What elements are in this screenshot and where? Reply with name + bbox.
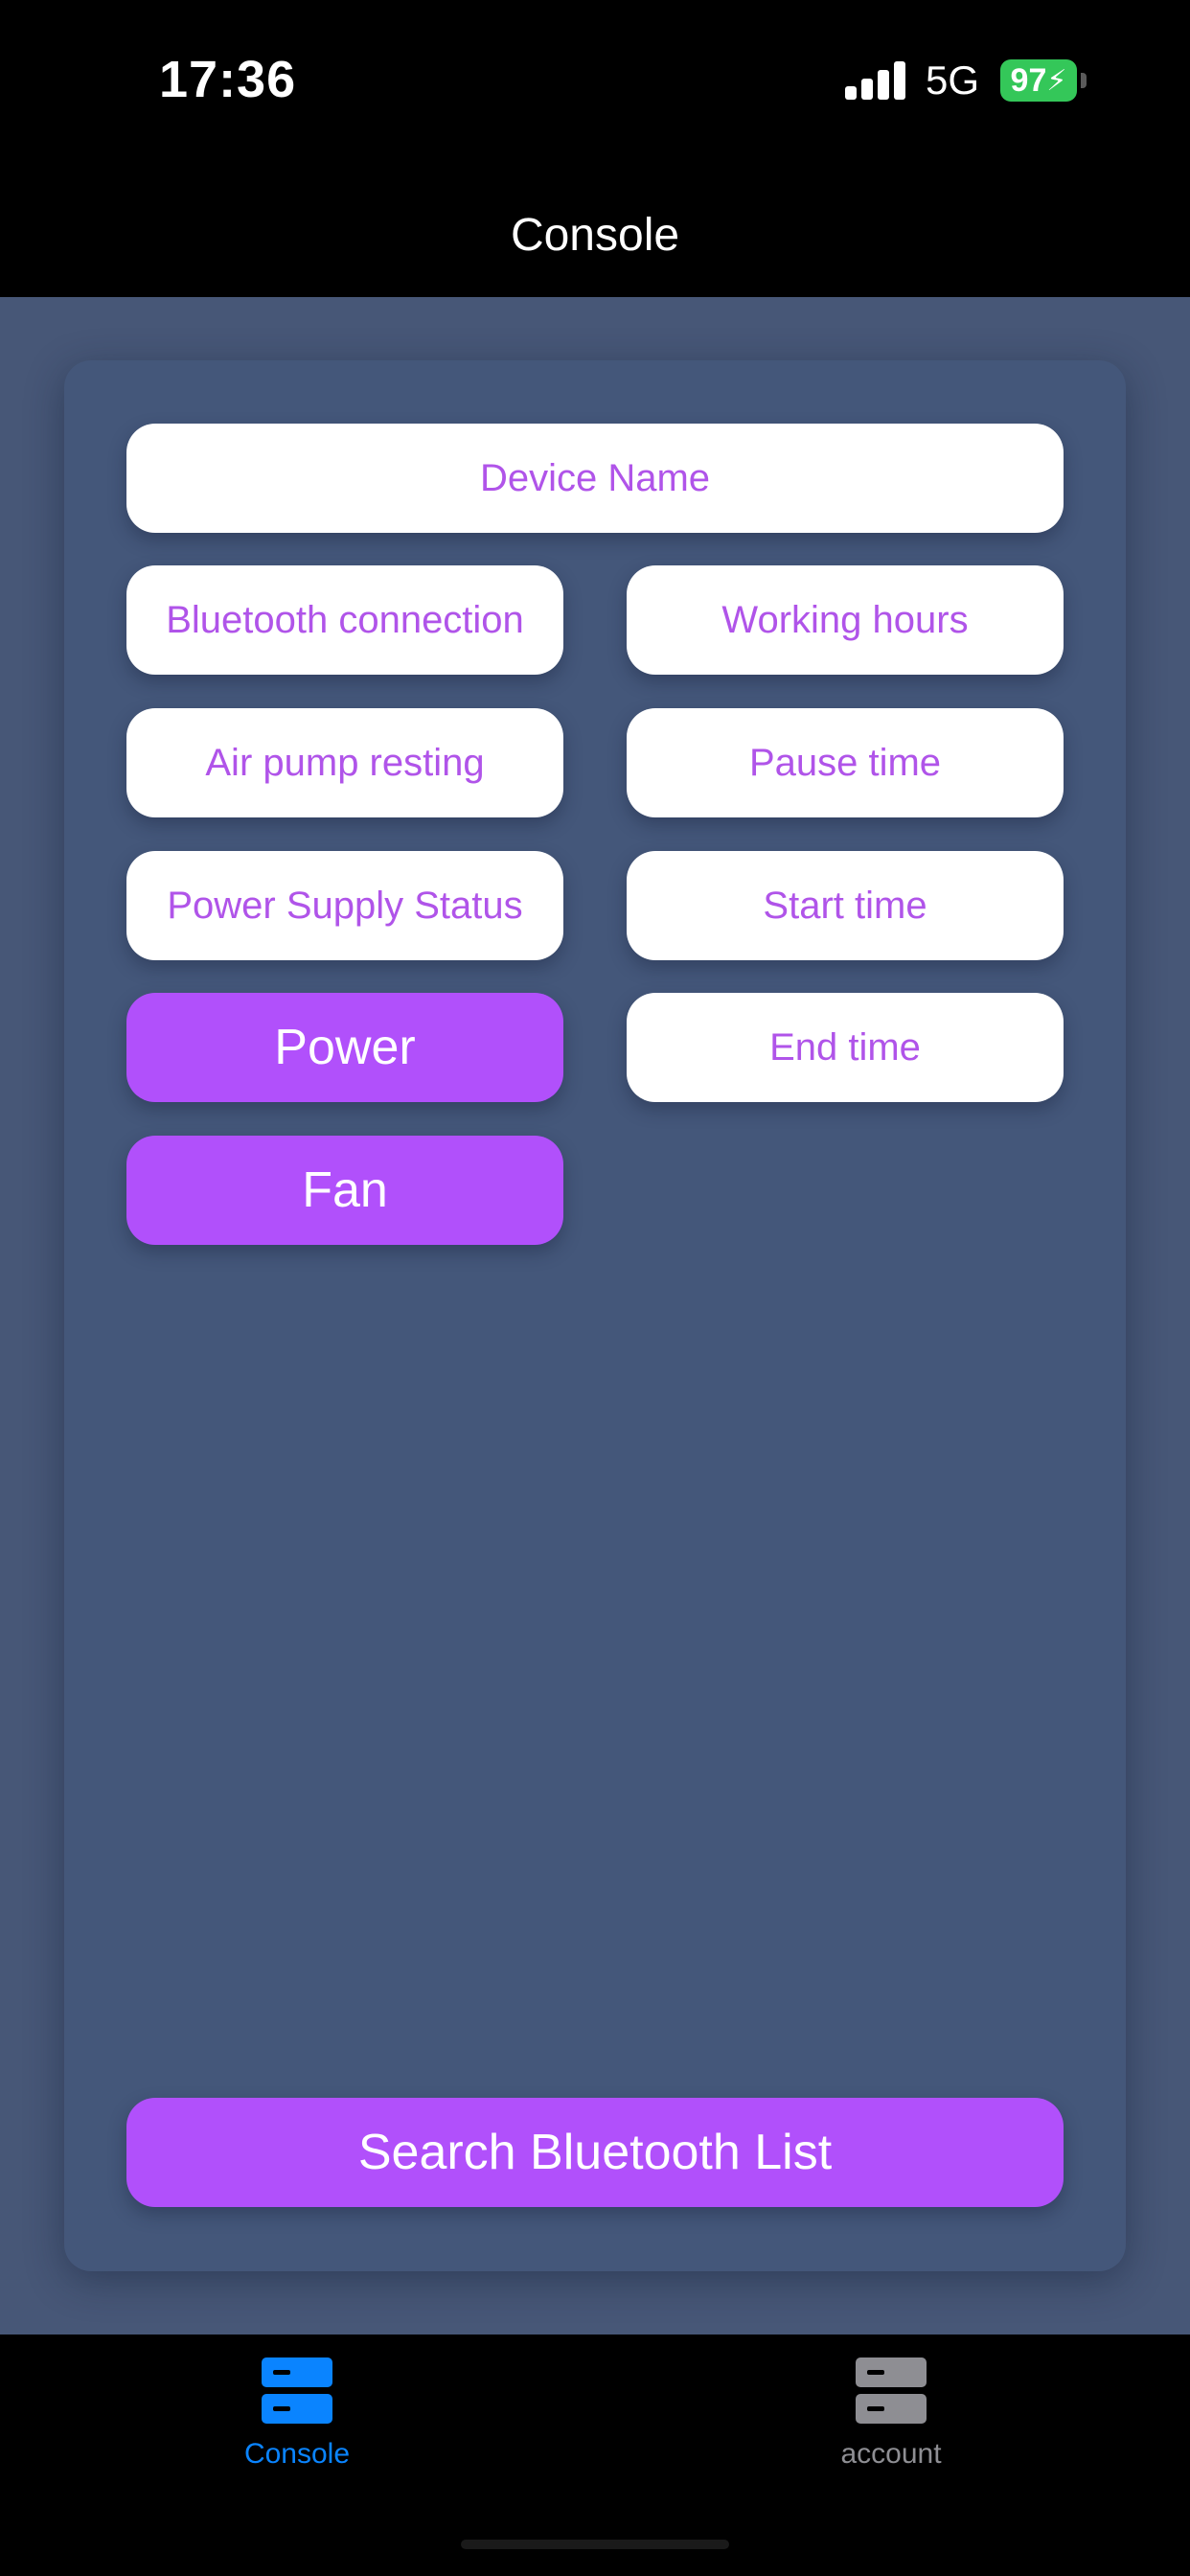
start-time-button[interactable]: Start time	[627, 851, 1064, 960]
signal-icon	[845, 61, 906, 100]
power-supply-status-button[interactable]: Power Supply Status	[126, 851, 563, 960]
end-time-button[interactable]: End time	[627, 993, 1064, 1102]
tab-console[interactable]: Console	[182, 2358, 412, 2471]
working-hours-button[interactable]: Working hours	[627, 565, 1064, 675]
pause-time-button[interactable]: Pause time	[627, 708, 1064, 817]
home-indicator	[461, 2540, 729, 2549]
air-pump-resting-button[interactable]: Air pump resting	[126, 708, 563, 817]
console-card: Device Name Bluetooth connection Working…	[64, 360, 1126, 2271]
fan-button[interactable]: Fan	[126, 1136, 563, 1245]
page-title: Console	[510, 210, 680, 261]
status-bar: 17:36 5G 97 ⚡	[0, 0, 1190, 163]
battery-icon: 97 ⚡	[1000, 59, 1077, 102]
tab-console-label: Console	[243, 2438, 351, 2470]
server-icon	[262, 2358, 332, 2426]
battery-level: 97	[1010, 61, 1047, 99]
battery-cap	[1081, 73, 1087, 88]
network-type: 5G	[926, 58, 980, 103]
server-icon	[856, 2358, 927, 2426]
device-name-button[interactable]: Device Name	[126, 424, 1064, 533]
status-time: 17:36	[159, 51, 297, 108]
tab-account[interactable]: account	[776, 2358, 1006, 2471]
tab-bar: Console account	[0, 2334, 1190, 2576]
power-button[interactable]: Power	[126, 993, 563, 1102]
bluetooth-connection-button[interactable]: Bluetooth connection	[126, 565, 563, 675]
main-content: Device Name Bluetooth connection Working…	[0, 297, 1190, 2334]
navigation-bar: Console	[0, 163, 1190, 297]
charging-icon: ⚡	[1046, 64, 1067, 97]
search-bluetooth-list-button[interactable]: Search Bluetooth List	[126, 2098, 1064, 2207]
tab-account-label: account	[840, 2438, 942, 2470]
